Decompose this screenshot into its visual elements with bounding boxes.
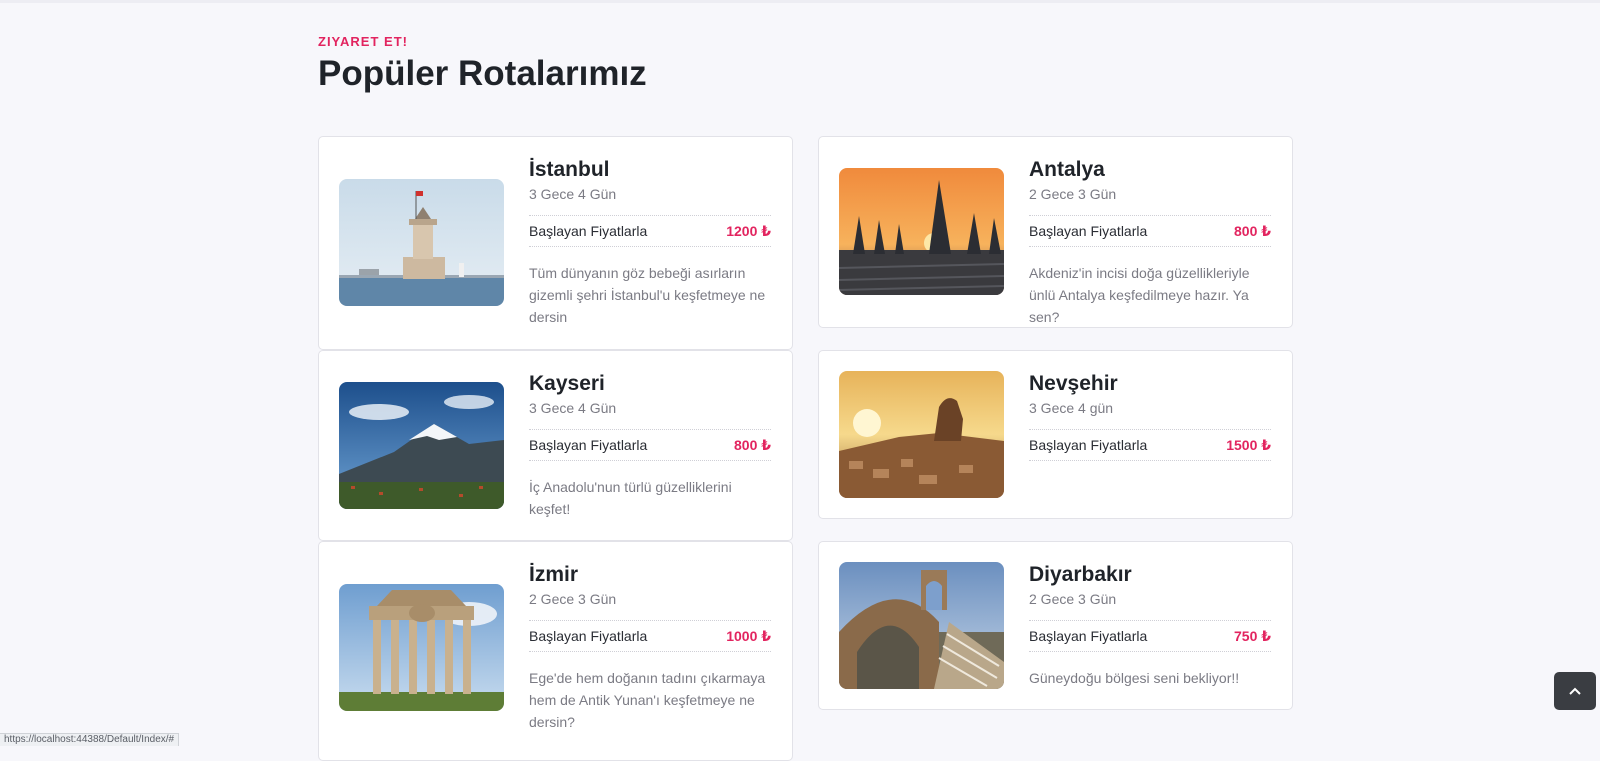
route-name[interactable]: Diyarbakır xyxy=(1029,562,1271,588)
route-description: İç Anadolu'nun türlü güzelliklerini keşf… xyxy=(529,479,732,517)
price-label: Başlayan Fiyatlarla xyxy=(1029,223,1148,239)
chevron-up-icon xyxy=(1569,687,1581,695)
route-body-nevsehir: Nevşehir 3 Gece 4 gün Başlayan Fiyatlarl… xyxy=(1029,371,1271,461)
route-name[interactable]: İzmir xyxy=(529,562,771,588)
price-label: Başlayan Fiyatlarla xyxy=(529,223,648,239)
route-card-izmir[interactable]: İzmir 2 Gece 3 Gün Başlayan Fiyatlarla 1… xyxy=(318,541,793,761)
route-card-kayseri[interactable]: Kayseri 3 Gece 4 Gün Başlayan Fiyatlarla… xyxy=(318,350,793,541)
route-name[interactable]: Kayseri xyxy=(529,371,771,397)
price-row: Başlayan Fiyatlarla 1500 ₺ xyxy=(1029,429,1271,461)
section-eyebrow: ZIYARET ET! xyxy=(318,34,408,49)
route-name[interactable]: İstanbul xyxy=(529,157,771,183)
price-label: Başlayan Fiyatlarla xyxy=(529,437,648,453)
route-image-diyarbakir[interactable] xyxy=(839,562,1004,689)
route-name[interactable]: Nevşehir xyxy=(1029,371,1271,397)
price-value: 1200 ₺ xyxy=(726,222,771,239)
route-duration: 3 Gece 4 Gün xyxy=(529,400,617,416)
price-value: 800 ₺ xyxy=(734,436,771,453)
route-body-kayseri: Kayseri 3 Gece 4 Gün Başlayan Fiyatlarla… xyxy=(529,371,771,520)
route-description: Ege'de hem doğanın tadını çıkarmaya hem … xyxy=(529,670,766,730)
route-body-diyarbakir: Diyarbakır 2 Gece 3 Gün Başlayan Fiyatla… xyxy=(1029,562,1271,689)
price-label: Başlayan Fiyatlarla xyxy=(1029,437,1148,453)
route-card-antalya[interactable]: Antalya 2 Gece 3 Gün Başlayan Fiyatlarla… xyxy=(818,136,1293,328)
top-border xyxy=(0,0,1600,3)
route-description: Akdeniz'in incisi doğa güzellikleriyle ü… xyxy=(1029,265,1250,325)
route-image-antalya[interactable] xyxy=(839,168,1004,295)
route-duration: 2 Gece 3 Gün xyxy=(529,591,617,607)
price-row: Başlayan Fiyatlarla 1200 ₺ xyxy=(529,215,771,247)
route-description: Tüm dünyanın göz bebeği asırların gizeml… xyxy=(529,265,766,325)
route-card-nevsehir[interactable]: Nevşehir 3 Gece 4 gün Başlayan Fiyatlarl… xyxy=(818,350,1293,519)
price-row: Başlayan Fiyatlarla 1000 ₺ xyxy=(529,620,771,652)
route-card-diyarbakir[interactable]: Diyarbakır 2 Gece 3 Gün Başlayan Fiyatla… xyxy=(818,541,1293,710)
status-bar-url: https://localhost:44388/Default/Index/# xyxy=(0,733,180,746)
route-duration: 2 Gece 3 Gün xyxy=(1029,591,1117,607)
route-image-kayseri[interactable] xyxy=(339,382,504,509)
price-row: Başlayan Fiyatlarla 800 ₺ xyxy=(529,429,771,461)
price-value: 800 ₺ xyxy=(1234,222,1271,239)
route-duration: 3 Gece 4 Gün xyxy=(529,186,617,202)
price-value: 750 ₺ xyxy=(1234,627,1271,644)
price-value: 1000 ₺ xyxy=(726,627,771,644)
price-label: Başlayan Fiyatlarla xyxy=(1029,628,1148,644)
section-title: Popüler Rotalarımız xyxy=(318,54,647,93)
route-description: Güneydoğu bölgesi seni bekliyor!! xyxy=(1029,670,1240,686)
price-value: 1500 ₺ xyxy=(1226,436,1271,453)
route-name[interactable]: Antalya xyxy=(1029,157,1271,183)
route-body-izmir: İzmir 2 Gece 3 Gün Başlayan Fiyatlarla 1… xyxy=(529,562,771,733)
back-to-top-button[interactable] xyxy=(1554,672,1596,710)
route-body-antalya: Antalya 2 Gece 3 Gün Başlayan Fiyatlarla… xyxy=(1029,157,1271,328)
route-image-nevsehir[interactable] xyxy=(839,371,1004,498)
price-label: Başlayan Fiyatlarla xyxy=(529,628,648,644)
price-row: Başlayan Fiyatlarla 800 ₺ xyxy=(1029,215,1271,247)
route-card-istanbul[interactable]: İstanbul 3 Gece 4 Gün Başlayan Fiyatlarl… xyxy=(318,136,793,350)
price-row: Başlayan Fiyatlarla 750 ₺ xyxy=(1029,620,1271,652)
route-body-istanbul: İstanbul 3 Gece 4 Gün Başlayan Fiyatlarl… xyxy=(529,157,771,328)
route-image-istanbul[interactable] xyxy=(339,179,504,306)
route-duration: 3 Gece 4 gün xyxy=(1029,400,1114,416)
route-image-izmir[interactable] xyxy=(339,584,504,711)
route-duration: 2 Gece 3 Gün xyxy=(1029,186,1117,202)
